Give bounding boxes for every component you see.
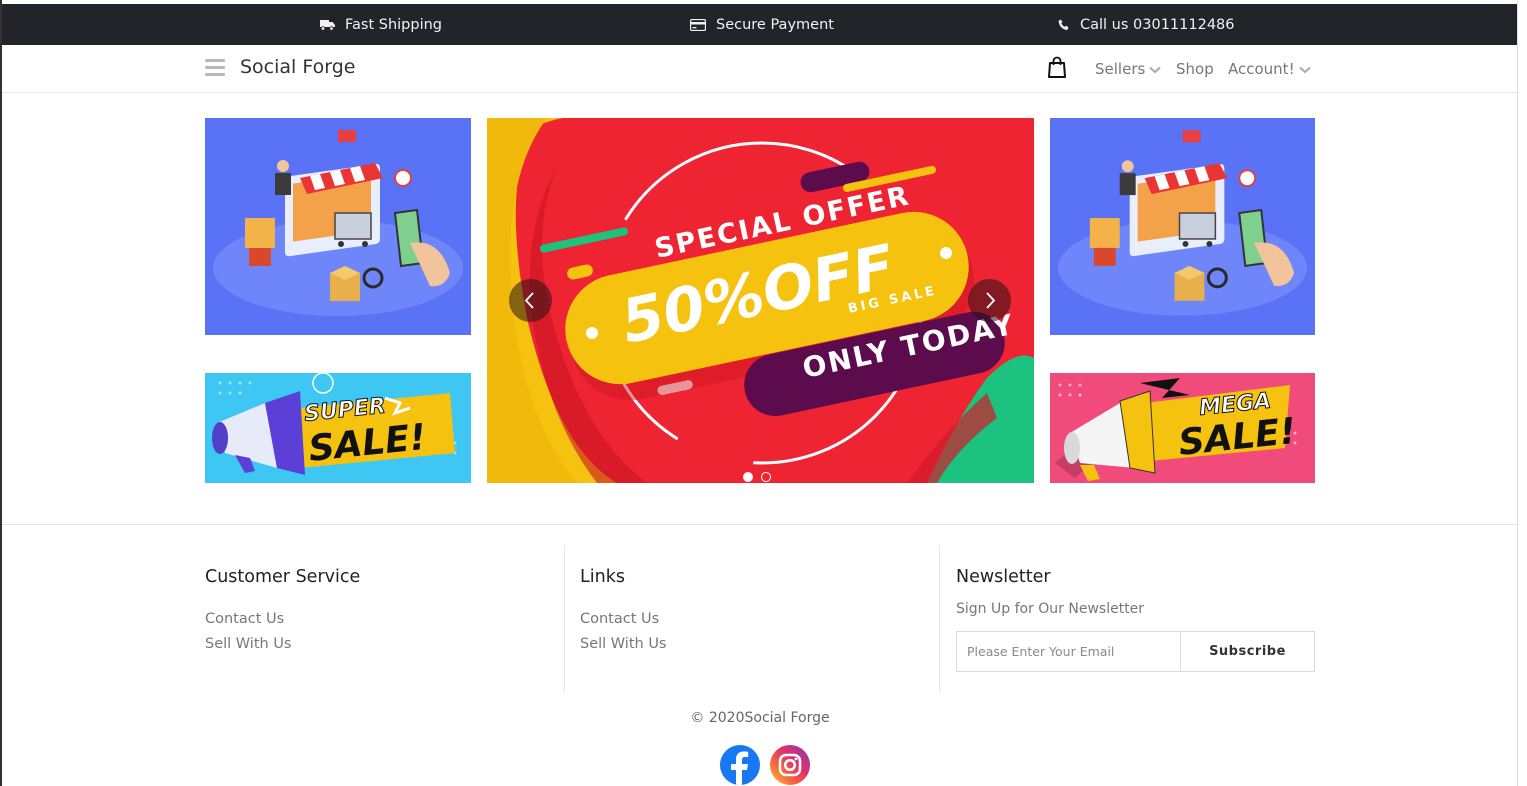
phone-label: Call us 03011112486 <box>1080 16 1235 33</box>
sellers-label[interactable]: Sellers <box>1095 60 1145 78</box>
credit-card-icon <box>690 18 706 31</box>
newsletter-heading: Newsletter <box>956 567 1051 587</box>
customer-service-sell-link[interactable]: Sell With Us <box>205 636 292 652</box>
account-label[interactable]: Account! <box>1228 60 1295 78</box>
chevron-down-icon <box>1149 60 1161 78</box>
facebook-icon[interactable] <box>720 745 760 785</box>
links-sell-link[interactable]: Sell With Us <box>580 636 667 652</box>
links-contact-link[interactable]: Contact Us <box>580 611 659 627</box>
fast-shipping-info: Fast Shipping <box>320 4 442 45</box>
secure-payment-label: Secure Payment <box>716 16 834 33</box>
main-navbar: Social Forge Sellers Shop Account! <box>2 45 1517 93</box>
brand-logo-text[interactable]: Social Forge <box>240 56 355 78</box>
phone-info: Call us 03011112486 <box>1058 4 1235 45</box>
carousel-prev-button[interactable] <box>509 279 552 322</box>
carousel-indicator-2[interactable] <box>761 472 771 482</box>
shop-link[interactable]: Shop <box>1176 45 1214 93</box>
column-separator <box>564 545 565 692</box>
hamburger-menu-icon[interactable] <box>205 59 225 77</box>
sellers-dropdown[interactable]: Sellers <box>1095 45 1161 93</box>
shop-label[interactable]: Shop <box>1176 60 1214 78</box>
column-separator <box>939 545 940 692</box>
instagram-icon[interactable] <box>770 745 810 785</box>
super-sale-banner[interactable]: SUPER SALE! <box>205 373 471 483</box>
truck-icon <box>320 19 335 31</box>
top-info-bar: Fast Shipping Secure Payment Call us 030… <box>0 4 1517 45</box>
newsletter-form: Subscribe <box>956 631 1315 672</box>
carousel-next-button[interactable] <box>968 279 1011 322</box>
hero-carousel[interactable]: SPECIAL OFFER 50%OFF BIG SALE ONLY TODAY <box>487 118 1034 483</box>
footer-divider <box>2 524 1517 525</box>
isometric-shop-banner-left[interactable] <box>205 118 471 335</box>
phone-icon <box>1058 19 1070 31</box>
secure-payment-info: Secure Payment <box>690 4 834 45</box>
chevron-right-icon <box>986 292 996 309</box>
scrollbar-track[interactable] <box>1517 0 1527 786</box>
window-left-edge <box>0 0 2 786</box>
carousel-indicator-1[interactable] <box>743 472 753 482</box>
chevron-down-icon <box>1298 60 1311 78</box>
cart-button[interactable] <box>1047 45 1067 93</box>
shopping-bag-icon[interactable] <box>1047 56 1067 82</box>
fast-shipping-label: Fast Shipping <box>345 16 442 33</box>
links-heading: Links <box>580 567 625 587</box>
isometric-shop-banner-right[interactable] <box>1050 118 1315 335</box>
newsletter-subtitle: Sign Up for Our Newsletter <box>956 601 1145 617</box>
chevron-left-icon <box>524 292 534 309</box>
copyright-text: © 2020Social Forge <box>690 710 830 726</box>
subscribe-button[interactable]: Subscribe <box>1181 632 1314 671</box>
mega-sale-banner[interactable]: MEGA SALE! <box>1050 373 1315 483</box>
email-input[interactable] <box>957 632 1181 671</box>
account-dropdown[interactable]: Account! <box>1228 45 1311 93</box>
customer-service-contact-link[interactable]: Contact Us <box>205 611 284 627</box>
customer-service-heading: Customer Service <box>205 567 361 587</box>
